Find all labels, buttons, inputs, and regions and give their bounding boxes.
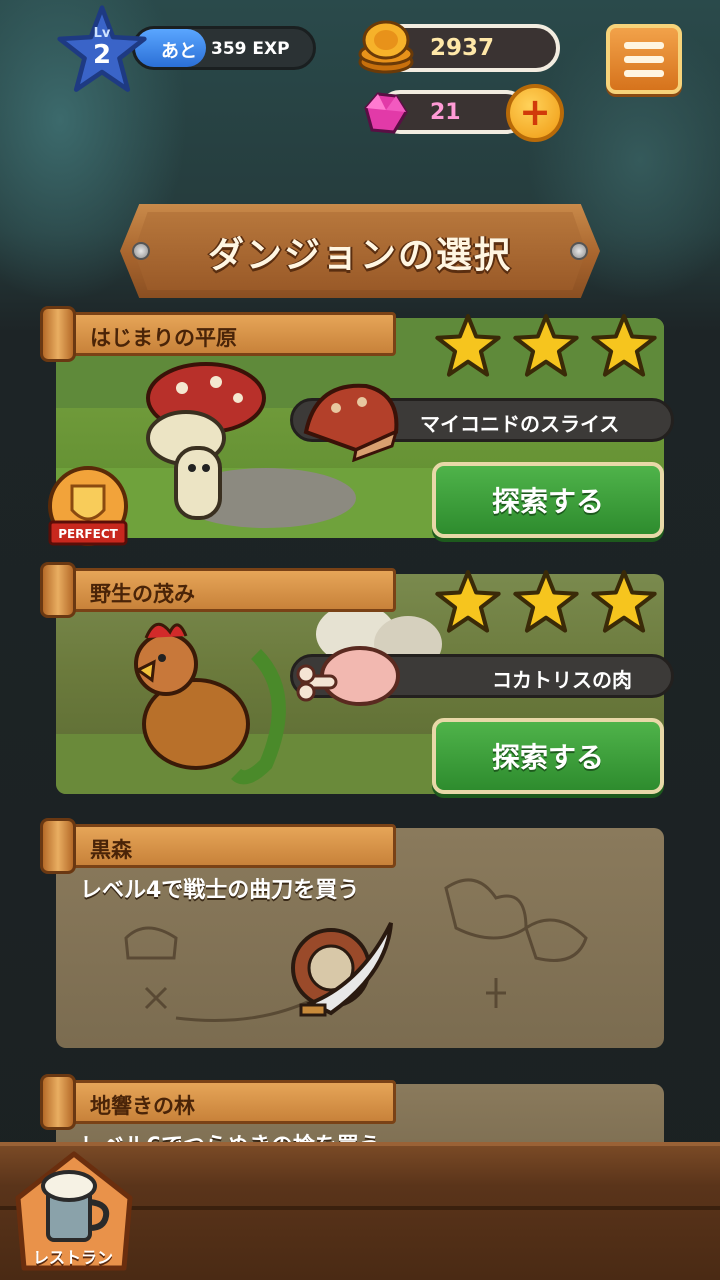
explore-button-label: 探索する xyxy=(491,485,604,518)
menu-button[interactable] xyxy=(606,24,682,94)
add-gems-button[interactable]: + xyxy=(506,84,564,142)
dungeon-name: 野生の茂み xyxy=(90,582,195,606)
explore-button[interactable]: 探索する xyxy=(432,462,664,538)
reward-item-name: コカトリスの肉 xyxy=(492,668,632,692)
gem-icon xyxy=(364,92,408,134)
coin-value: 2937 xyxy=(430,35,495,61)
scroll-roll-icon xyxy=(40,818,76,874)
menu-line-icon xyxy=(624,42,664,49)
dungeon-name: はじまりの平原 xyxy=(90,326,237,350)
plus-icon: + xyxy=(519,90,551,134)
reward-item-name: マイコニドのスライス xyxy=(420,412,620,436)
star-icon xyxy=(435,314,501,377)
unlock-requirement: レベル4で戦士の曲刀を買う xyxy=(80,878,360,903)
scroll-roll-icon xyxy=(40,1074,76,1130)
page-title: ダンジョンの選択 xyxy=(207,235,512,276)
dungeon-name: 黒森 xyxy=(90,838,132,862)
star-icon xyxy=(435,570,501,633)
coin-stack-icon xyxy=(358,20,414,74)
exp-bar: あと 359 EXP xyxy=(132,26,316,70)
mushroom-slice-item-icon xyxy=(303,383,399,462)
star-icon xyxy=(513,314,579,377)
menu-line-icon xyxy=(624,56,664,63)
top-hud: あと 359 EXP Lv 2 2937 21 + xyxy=(0,0,720,150)
star-icon xyxy=(591,314,657,377)
scroll-roll-icon xyxy=(40,306,76,362)
level-label: Lv xyxy=(93,26,111,41)
cockatrice-meat-item-icon xyxy=(296,646,400,706)
menu-line-icon xyxy=(624,70,664,77)
exp-prefix: あと xyxy=(161,41,197,62)
scroll-roll-icon xyxy=(40,562,76,618)
star-icon xyxy=(591,570,657,633)
perfect-badge-label: PERFECT xyxy=(58,527,118,541)
gem-value: 21 xyxy=(430,100,461,125)
level-number: 2 xyxy=(92,40,112,70)
exp-remaining: 359 EXP xyxy=(211,39,290,59)
dungeon-name: 地響きの林 xyxy=(90,1094,195,1118)
restaurant-label: レストラン xyxy=(32,1248,113,1267)
perfect-badge: PERFECT xyxy=(48,466,128,546)
explore-button-label: 探索する xyxy=(491,741,604,774)
explore-button[interactable]: 探索する xyxy=(432,718,664,794)
star-icon xyxy=(513,570,579,633)
